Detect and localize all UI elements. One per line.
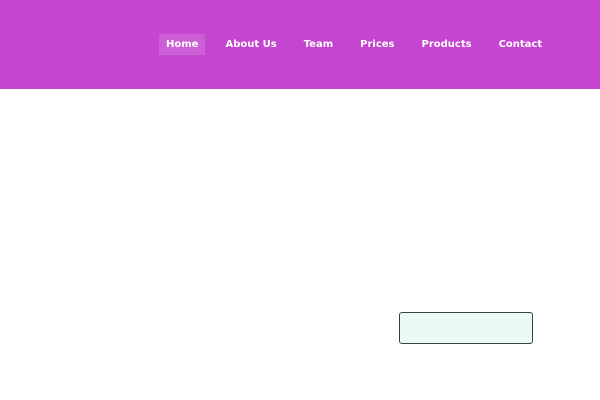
action-button[interactable] [399,312,533,344]
nav-item-prices[interactable]: Prices [353,34,401,55]
page: Home About Us Team Prices Products Conta… [0,0,600,400]
nav-item-contact[interactable]: Contact [492,34,550,55]
nav-item-about-us[interactable]: About Us [218,34,283,55]
main-nav: Home About Us Team Prices Products Conta… [159,34,549,55]
nav-item-home[interactable]: Home [159,34,206,55]
nav-item-products[interactable]: Products [415,34,479,55]
nav-item-team[interactable]: Team [297,34,340,55]
site-header: Home About Us Team Prices Products Conta… [0,0,600,89]
